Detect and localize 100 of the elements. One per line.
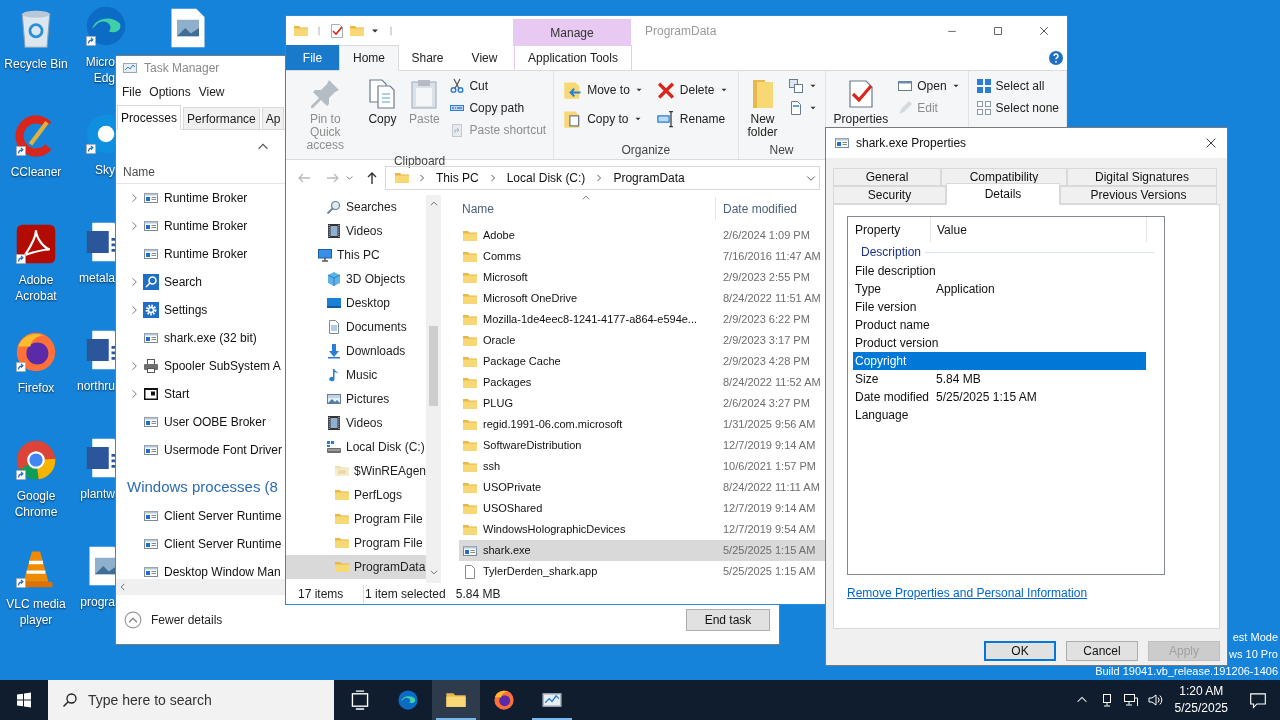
column-header[interactable]: Name [459, 197, 716, 220]
process-name[interactable]: Search [164, 273, 203, 291]
ribbon-button[interactable]: Delete [652, 78, 732, 102]
details-row[interactable]: Product version [853, 334, 1146, 352]
ribbon-button[interactable]: New folder [742, 74, 783, 139]
ribbon-button[interactable]: Copy to [560, 107, 647, 131]
icon-label[interactable]: Adobe Acrobat [15, 272, 57, 304]
scrollbar-thumb[interactable] [429, 326, 438, 406]
ribbon-button[interactable]: Copy [362, 74, 403, 126]
process-name[interactable]: Runtime Broker [164, 217, 248, 235]
icon-label[interactable]: progra [80, 594, 115, 610]
nav-item[interactable]: Program File [286, 531, 426, 555]
app-logo-icon[interactable] [14, 222, 58, 266]
tab[interactable]: Application Tools [514, 45, 632, 70]
icon-label[interactable]: northru [76, 378, 115, 394]
tab[interactable]: Digital Signatures [1067, 168, 1217, 186]
tab[interactable]: Performance [183, 107, 260, 129]
process-name[interactable]: Usermode Font Driver [164, 441, 283, 459]
nav-item[interactable]: PerfLogs [286, 483, 426, 507]
details-row[interactable]: Size 5.84 MB [853, 370, 1146, 388]
nav-item[interactable]: This PC [286, 243, 426, 267]
process-name[interactable]: Runtime Broker [164, 189, 248, 207]
ribbon-button[interactable]: Open [894, 75, 964, 97]
group-header[interactable]: Windows processes (8 [127, 475, 278, 499]
ribbon-button[interactable]: Copy path [446, 97, 550, 119]
end-task-button[interactable]: End task [686, 608, 770, 631]
search-field[interactable]: Type here to search [48, 680, 334, 720]
dialog-button[interactable]: OK [984, 641, 1056, 661]
ribbon-button[interactable]: Select all [972, 75, 1062, 97]
network-icon[interactable] [1122, 692, 1139, 708]
tab[interactable]: File [286, 45, 339, 70]
tab[interactable]: Ap [261, 107, 285, 129]
details-row[interactable]: File description [853, 262, 1146, 280]
chevron-down-icon[interactable] [428, 567, 439, 577]
tab[interactable]: Compatibility [941, 168, 1067, 186]
process-name[interactable]: Client Server Runtime [164, 507, 282, 525]
tab[interactable]: Details [946, 183, 1060, 205]
icon-label[interactable]: plantw [80, 486, 115, 502]
icon-label[interactable]: Recycle Bin [4, 56, 68, 72]
tab[interactable]: Previous Versions [1060, 186, 1217, 204]
nav-item[interactable]: Downloads [286, 339, 426, 363]
notification-icon[interactable] [1249, 691, 1267, 709]
nav-item[interactable]: Searches [286, 195, 426, 219]
icon-label[interactable]: Firefox [17, 380, 55, 396]
process-name[interactable]: Spooler SubSystem A [164, 357, 281, 375]
details-row[interactable]: Language [853, 406, 1146, 424]
ribbon-button[interactable]: Cut [446, 75, 550, 97]
ribbon-button[interactable]: Move to [560, 78, 647, 102]
fewer-details-button[interactable]: Fewer details [124, 610, 223, 629]
nav-item[interactable]: ProgramData [286, 555, 426, 579]
tab[interactable]: Home [339, 45, 399, 71]
icon-label[interactable]: Micro Edg [85, 54, 115, 86]
process-name[interactable]: Settings [164, 301, 208, 319]
nav-item[interactable]: Music [286, 363, 426, 387]
process-name[interactable]: Client Server Runtime [164, 535, 282, 553]
chevron-left-icon[interactable] [118, 582, 128, 592]
tab[interactable]: Processes [117, 105, 182, 130]
breadcrumb[interactable]: This PC [434, 168, 481, 187]
process-name[interactable]: shark.exe (32 bit) [164, 329, 257, 347]
horizontal-scrollbar[interactable] [116, 579, 285, 595]
icon-label[interactable]: Sky [95, 162, 115, 178]
help-icon[interactable] [1048, 50, 1064, 66]
nav-item[interactable]: Local Disk (C:) [286, 435, 426, 459]
breadcrumb[interactable]: Local Disk (C:) [504, 168, 588, 187]
speaker-icon[interactable] [1146, 692, 1163, 708]
taskbar-button[interactable] [432, 680, 480, 720]
icon-label[interactable]: VLC media player [6, 596, 66, 628]
wave-logo-icon[interactable] [84, 4, 128, 48]
nav-item[interactable]: $WinREAgen [286, 459, 426, 483]
menu-item[interactable]: Options [145, 83, 195, 101]
maximize-icon[interactable] [992, 25, 1004, 37]
nav-item[interactable]: Pictures [286, 387, 426, 411]
process-name[interactable]: Runtime Broker [164, 245, 248, 263]
tab[interactable]: Share [399, 45, 456, 70]
details-row[interactable]: Copyright [853, 352, 1146, 370]
nav-item[interactable]: Videos [286, 411, 426, 435]
icon-label[interactable]: Google Chrome [14, 488, 58, 520]
globe-logo-icon[interactable] [14, 330, 58, 374]
details-row[interactable]: Product name [853, 316, 1146, 334]
close-icon[interactable] [1204, 136, 1218, 150]
ring-logo-icon[interactable] [14, 438, 58, 482]
nav-item[interactable]: Desktop [286, 291, 426, 315]
nav-item[interactable]: 3D Objects [286, 267, 426, 291]
close-icon[interactable] [1038, 25, 1050, 37]
nav-item[interactable]: Program File [286, 507, 426, 531]
clock-date[interactable]: 5/25/2025 [1174, 700, 1228, 717]
column-header[interactable]: Name [116, 163, 155, 181]
breadcrumb[interactable]: ProgramData [611, 168, 687, 187]
nav-item[interactable]: Documents [286, 315, 426, 339]
tab[interactable]: General [833, 168, 941, 186]
nav-item[interactable]: Videos [286, 219, 426, 243]
tab[interactable]: View [456, 45, 513, 70]
clock-time[interactable]: 1:20 AM [1179, 683, 1224, 700]
process-name[interactable]: Desktop Window Man [164, 563, 281, 579]
column-header[interactable]: Date modified [716, 197, 798, 220]
menu-item[interactable]: View [194, 83, 229, 101]
details-row[interactable]: Date modified 5/25/2025 1:15 AM [853, 388, 1146, 406]
column-header[interactable]: Value [931, 217, 1147, 242]
column-header[interactable]: Property [848, 217, 931, 242]
menu-item[interactable]: File [118, 83, 146, 101]
